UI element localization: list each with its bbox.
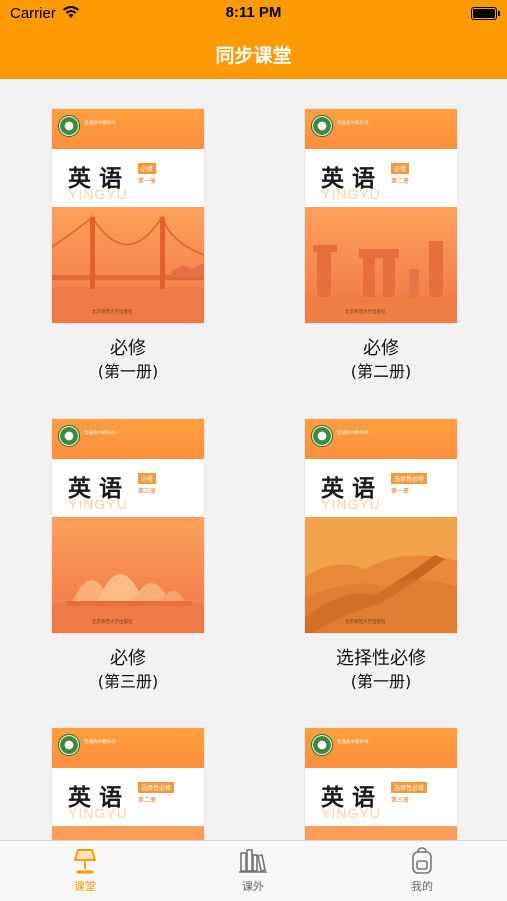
- book-title: 选择性必修: [336, 648, 426, 669]
- tab-bar: 课堂 课外 我的: [0, 840, 507, 901]
- great-wall-illustration: [305, 517, 457, 633]
- tab-label: 课外: [242, 880, 264, 893]
- cover-pinyin: YINGYU: [68, 496, 128, 512]
- cover-publisher: 北京师范大学出版社: [345, 310, 386, 315]
- cover-series: 普通高中教科书: [337, 431, 369, 436]
- cover-volume: 第三册: [391, 797, 410, 804]
- book-item[interactable]: 普通高中教科书 英语 YINGYU 选择性必修 第二册: [28, 728, 228, 840]
- tab-extracurricular[interactable]: 课外: [203, 847, 303, 894]
- cover-pinyin: YINGYU: [68, 186, 128, 202]
- cover-volume: 第一册: [391, 488, 410, 495]
- book-volume: (第二册): [350, 362, 412, 381]
- book-title: 必修: [110, 648, 146, 669]
- lamp-icon: [74, 849, 96, 874]
- cover-volume: 第二册: [138, 797, 157, 804]
- opera-house-illustration: [52, 517, 204, 633]
- tab-label: 我的: [411, 880, 433, 893]
- book-cover[interactable]: 普通高中教科书 英语 YINGYU 选择性必修 第三册: [305, 728, 457, 840]
- book-item[interactable]: 普通高中教科书 英语 YINGYU 选择性必修 第一册 北京师范大学出版社 选择…: [281, 419, 481, 693]
- cover-volume: 第三册: [138, 488, 157, 495]
- tab-label: 课堂: [74, 880, 96, 893]
- cover-badge: 选择性必修: [391, 473, 428, 484]
- book-volume: (第一册): [97, 362, 159, 381]
- cover-series: 普通高中教科书: [84, 121, 116, 126]
- page-title: 同步课堂: [215, 45, 292, 67]
- cover-badge: 必修: [138, 473, 157, 484]
- bookshelf-icon: [239, 849, 267, 873]
- cover-pinyin: YINGYU: [68, 805, 128, 821]
- cover-volume: 第二册: [391, 178, 410, 185]
- book-item[interactable]: 普通高中教科书 英语 YINGYU 必修 第三册 北京师范大学出版社 必修 (第…: [28, 419, 228, 693]
- cover-badge: 选择性必修: [138, 782, 175, 793]
- seal-icon: [58, 425, 80, 447]
- seal-icon: [311, 734, 333, 756]
- clock: 8:11 PM: [225, 4, 282, 21]
- cover-badge: 必修: [391, 163, 410, 174]
- book-cover[interactable]: 普通高中教科书 英语 YINGYU 必修 第一册 北京师范大学出版社: [52, 109, 204, 323]
- book-item[interactable]: 普通高中教科书 英语 YINGYU 选择性必修 第三册: [281, 728, 481, 840]
- seal-icon: [58, 734, 80, 756]
- battery-icon: [471, 7, 500, 20]
- cover-series: 普通高中教科书: [84, 431, 116, 436]
- stonehenge-illustration: [305, 207, 457, 323]
- book-grid: 普通高中教科书 英语 YINGYU 必修 第一册 北京师范大学出版社 必修 (第…: [0, 79, 507, 840]
- bridge-illustration: [52, 207, 204, 323]
- cover-series: 普通高中教科书: [337, 121, 369, 126]
- cover-badge: 必修: [138, 163, 157, 174]
- book-cover[interactable]: 普通高中教科书 英语 YINGYU 必修 第二册 北京师范大学出版社: [305, 109, 457, 323]
- tab-mine[interactable]: 我的: [372, 847, 472, 894]
- cover-pinyin: YINGYU: [321, 496, 381, 512]
- book-cover[interactable]: 普通高中教科书 英语 YINGYU 选择性必修 第二册: [52, 728, 204, 840]
- cover-badge: 选择性必修: [391, 782, 428, 793]
- cover-series: 普通高中教科书: [84, 740, 116, 745]
- backpack-icon: [412, 847, 432, 874]
- cover-publisher: 北京师范大学出版社: [92, 620, 133, 625]
- cover-pinyin: YINGYU: [321, 186, 381, 202]
- nav-bar: 同步课堂: [0, 30, 507, 79]
- book-item[interactable]: 普通高中教科书 英语 YINGYU 必修 第一册 北京师范大学出版社 必修 (第…: [28, 109, 228, 383]
- book-cover[interactable]: 普通高中教科书 英语 YINGYU 选择性必修 第一册 北京师范大学出版社: [305, 419, 457, 633]
- seal-icon: [58, 115, 80, 137]
- cover-publisher: 北京师范大学出版社: [92, 310, 133, 315]
- book-volume: (第一册): [350, 672, 412, 691]
- seal-icon: [311, 115, 333, 137]
- book-item[interactable]: 普通高中教科书 英语 YINGYU 必修 第二册 北京师范大学出版社 必修 (第…: [281, 109, 481, 383]
- cover-series: 普通高中教科书: [337, 740, 369, 745]
- book-title: 必修: [363, 338, 399, 359]
- book-cover[interactable]: 普通高中教科书 英语 YINGYU 必修 第三册 北京师范大学出版社: [52, 419, 204, 633]
- book-volume: (第三册): [97, 672, 159, 691]
- cover-pinyin: YINGYU: [321, 805, 381, 821]
- seal-icon: [311, 425, 333, 447]
- status-bar: Carrier 8:11 PM: [0, 0, 507, 30]
- tab-classroom[interactable]: 课堂: [35, 847, 135, 894]
- cover-publisher: 北京师范大学出版社: [345, 620, 386, 625]
- cover-volume: 第一册: [138, 178, 157, 185]
- book-title: 必修: [110, 338, 146, 359]
